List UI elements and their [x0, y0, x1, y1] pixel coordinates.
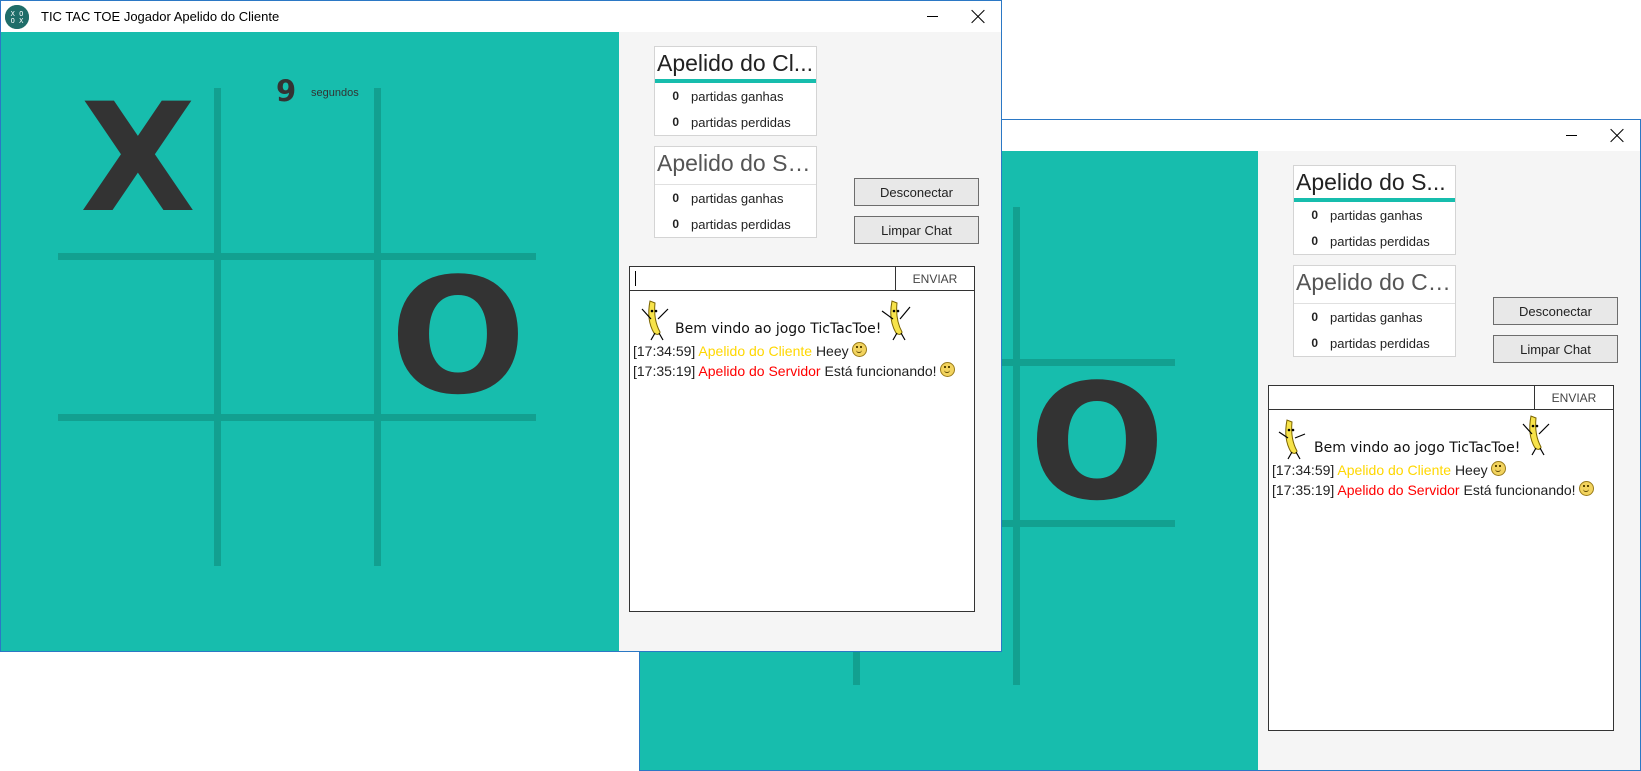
- losses-label: partidas perdidas: [1330, 335, 1430, 351]
- smiley-icon: [851, 342, 867, 357]
- welcome-text: Bem vindo ao jogo TicTacToe!: [1314, 440, 1521, 456]
- player-card-self: Apelido do Cl... 0 partidas ganhas 0 parti…: [654, 46, 817, 136]
- chat-log[interactable]: Bem vindo ao jogo TicTacToe! [17:34:59] …: [1268, 409, 1614, 731]
- message-text: Heey: [815, 343, 849, 359]
- losses-row: 0 partidas perdidas: [655, 109, 816, 135]
- player-name: Apelido do S...: [1294, 166, 1455, 202]
- wins-label: partidas ganhas: [1330, 207, 1423, 223]
- losses-count: 0: [1311, 234, 1318, 248]
- losses-label: partidas perdidas: [691, 114, 791, 130]
- chat-message: [17:35:19] Apelido do Servidor Está func…: [630, 361, 974, 381]
- message-time: [17:35:19]: [1272, 482, 1335, 498]
- svg-text:O X: O X: [11, 17, 24, 25]
- losses-count: 0: [1311, 336, 1318, 350]
- side-panel: Apelido do S... 0 partidas ganhas 0 partid…: [1258, 151, 1640, 770]
- close-icon: [971, 10, 985, 24]
- wins-count: 0: [672, 89, 679, 103]
- clear-chat-button[interactable]: Limpar Chat: [1493, 335, 1618, 363]
- minimize-button[interactable]: [1548, 120, 1594, 151]
- message-time: [17:35:19]: [633, 363, 696, 379]
- dancing-banana-icon: [1522, 415, 1550, 456]
- close-button[interactable]: [1594, 120, 1640, 151]
- chat-input[interactable]: ENVIAR: [629, 266, 975, 291]
- send-button[interactable]: ENVIAR: [895, 267, 974, 290]
- client-window: X O O X TIC TAC TOE Jogador Apelido do C…: [0, 0, 1002, 652]
- disconnect-button[interactable]: Desconectar: [1493, 297, 1618, 325]
- wins-row: 0 partidas ganhas: [655, 185, 816, 211]
- message-nick: Apelido do Cliente: [1337, 462, 1452, 478]
- wins-row: 0 partidas ganhas: [1294, 304, 1455, 330]
- losses-label: partidas perdidas: [1330, 233, 1430, 249]
- dancing-banana-icon: [641, 300, 669, 341]
- clear-chat-button[interactable]: Limpar Chat: [854, 216, 979, 244]
- tictactoe-app-icon: X O O X: [5, 5, 29, 29]
- message-time: [17:34:59]: [633, 343, 696, 359]
- player-name: Apelido do Clie...: [1294, 266, 1455, 304]
- minimize-button[interactable]: [909, 1, 955, 32]
- chat-input[interactable]: ENVIAR: [1268, 385, 1614, 410]
- player-name: Apelido do Ser...: [655, 147, 816, 185]
- player-card-opponent: Apelido do Ser... 0 partidas ganhas 0 part…: [654, 146, 817, 238]
- smiley-icon: [1578, 481, 1594, 496]
- message-nick: Apelido do Servidor: [1337, 482, 1460, 498]
- wins-label: partidas ganhas: [691, 88, 784, 104]
- message-text: Está funcionando!: [824, 363, 937, 379]
- dancing-banana-icon: [1278, 419, 1306, 460]
- wins-label: partidas ganhas: [691, 190, 784, 206]
- welcome-text: Bem vindo ao jogo TicTacToe!: [675, 321, 882, 337]
- losses-count: 0: [672, 115, 679, 129]
- chat-message: [17:35:19] Apelido do Servidor Está func…: [1269, 480, 1613, 500]
- wins-count: 0: [672, 191, 679, 205]
- wins-count: 0: [1311, 208, 1318, 222]
- dancing-banana-icon: [881, 300, 911, 341]
- player-name: Apelido do Cl...: [655, 47, 816, 83]
- o-mark: O: [1028, 349, 1165, 536]
- player-card-self: Apelido do S... 0 partidas ganhas 0 partid…: [1293, 165, 1456, 255]
- game-board: 9 segundos X O: [1, 32, 619, 651]
- message-text: Está funcionando!: [1463, 482, 1576, 498]
- x-mark: X: [80, 72, 196, 246]
- wins-row: 0 partidas ganhas: [655, 83, 816, 109]
- welcome-banner: Bem vindo ao jogo TicTacToe!: [1269, 410, 1613, 460]
- side-panel: Apelido do Cl... 0 partidas ganhas 0 parti…: [619, 32, 1001, 651]
- losses-row: 0 partidas perdidas: [1294, 228, 1455, 254]
- chat-message: [17:34:59] Apelido do Cliente Heey: [1269, 460, 1613, 480]
- disconnect-button[interactable]: Desconectar: [854, 178, 979, 206]
- message-text: Heey: [1454, 462, 1488, 478]
- minimize-icon: [926, 16, 938, 17]
- chat-message: [17:34:59] Apelido do Cliente Heey: [630, 341, 974, 361]
- smiley-icon: [1490, 461, 1506, 476]
- timer-unit: segundos: [311, 87, 359, 99]
- wins-row: 0 partidas ganhas: [1294, 202, 1455, 228]
- text-caret: [635, 271, 636, 286]
- losses-count: 0: [672, 217, 679, 231]
- o-mark: O: [389, 243, 526, 430]
- losses-row: 0 partidas perdidas: [1294, 330, 1455, 356]
- message-nick: Apelido do Servidor: [698, 363, 821, 379]
- smiley-icon: [939, 362, 955, 377]
- losses-row: 0 partidas perdidas: [655, 211, 816, 237]
- close-icon: [1610, 129, 1624, 143]
- message-nick: Apelido do Cliente: [698, 343, 813, 359]
- close-button[interactable]: [955, 1, 1001, 32]
- wins-label: partidas ganhas: [1330, 309, 1423, 325]
- window-title: TIC TAC TOE Jogador Apelido do Cliente: [41, 9, 280, 24]
- minimize-icon: [1565, 135, 1577, 136]
- title-bar[interactable]: X O O X TIC TAC TOE Jogador Apelido do C…: [1, 1, 1001, 32]
- welcome-banner: Bem vindo ao jogo TicTacToe!: [630, 291, 974, 341]
- player-card-opponent: Apelido do Clie... 0 partidas ganhas 0 par…: [1293, 265, 1456, 357]
- wins-count: 0: [1311, 310, 1318, 324]
- losses-label: partidas perdidas: [691, 216, 791, 232]
- chat-log[interactable]: Bem vindo ao jogo TicTacToe! [17:34:59] …: [629, 290, 975, 612]
- message-time: [17:34:59]: [1272, 462, 1335, 478]
- send-button[interactable]: ENVIAR: [1534, 386, 1613, 409]
- timer-value: 9: [276, 74, 297, 108]
- xo-logo-icon: X O O X: [5, 5, 29, 29]
